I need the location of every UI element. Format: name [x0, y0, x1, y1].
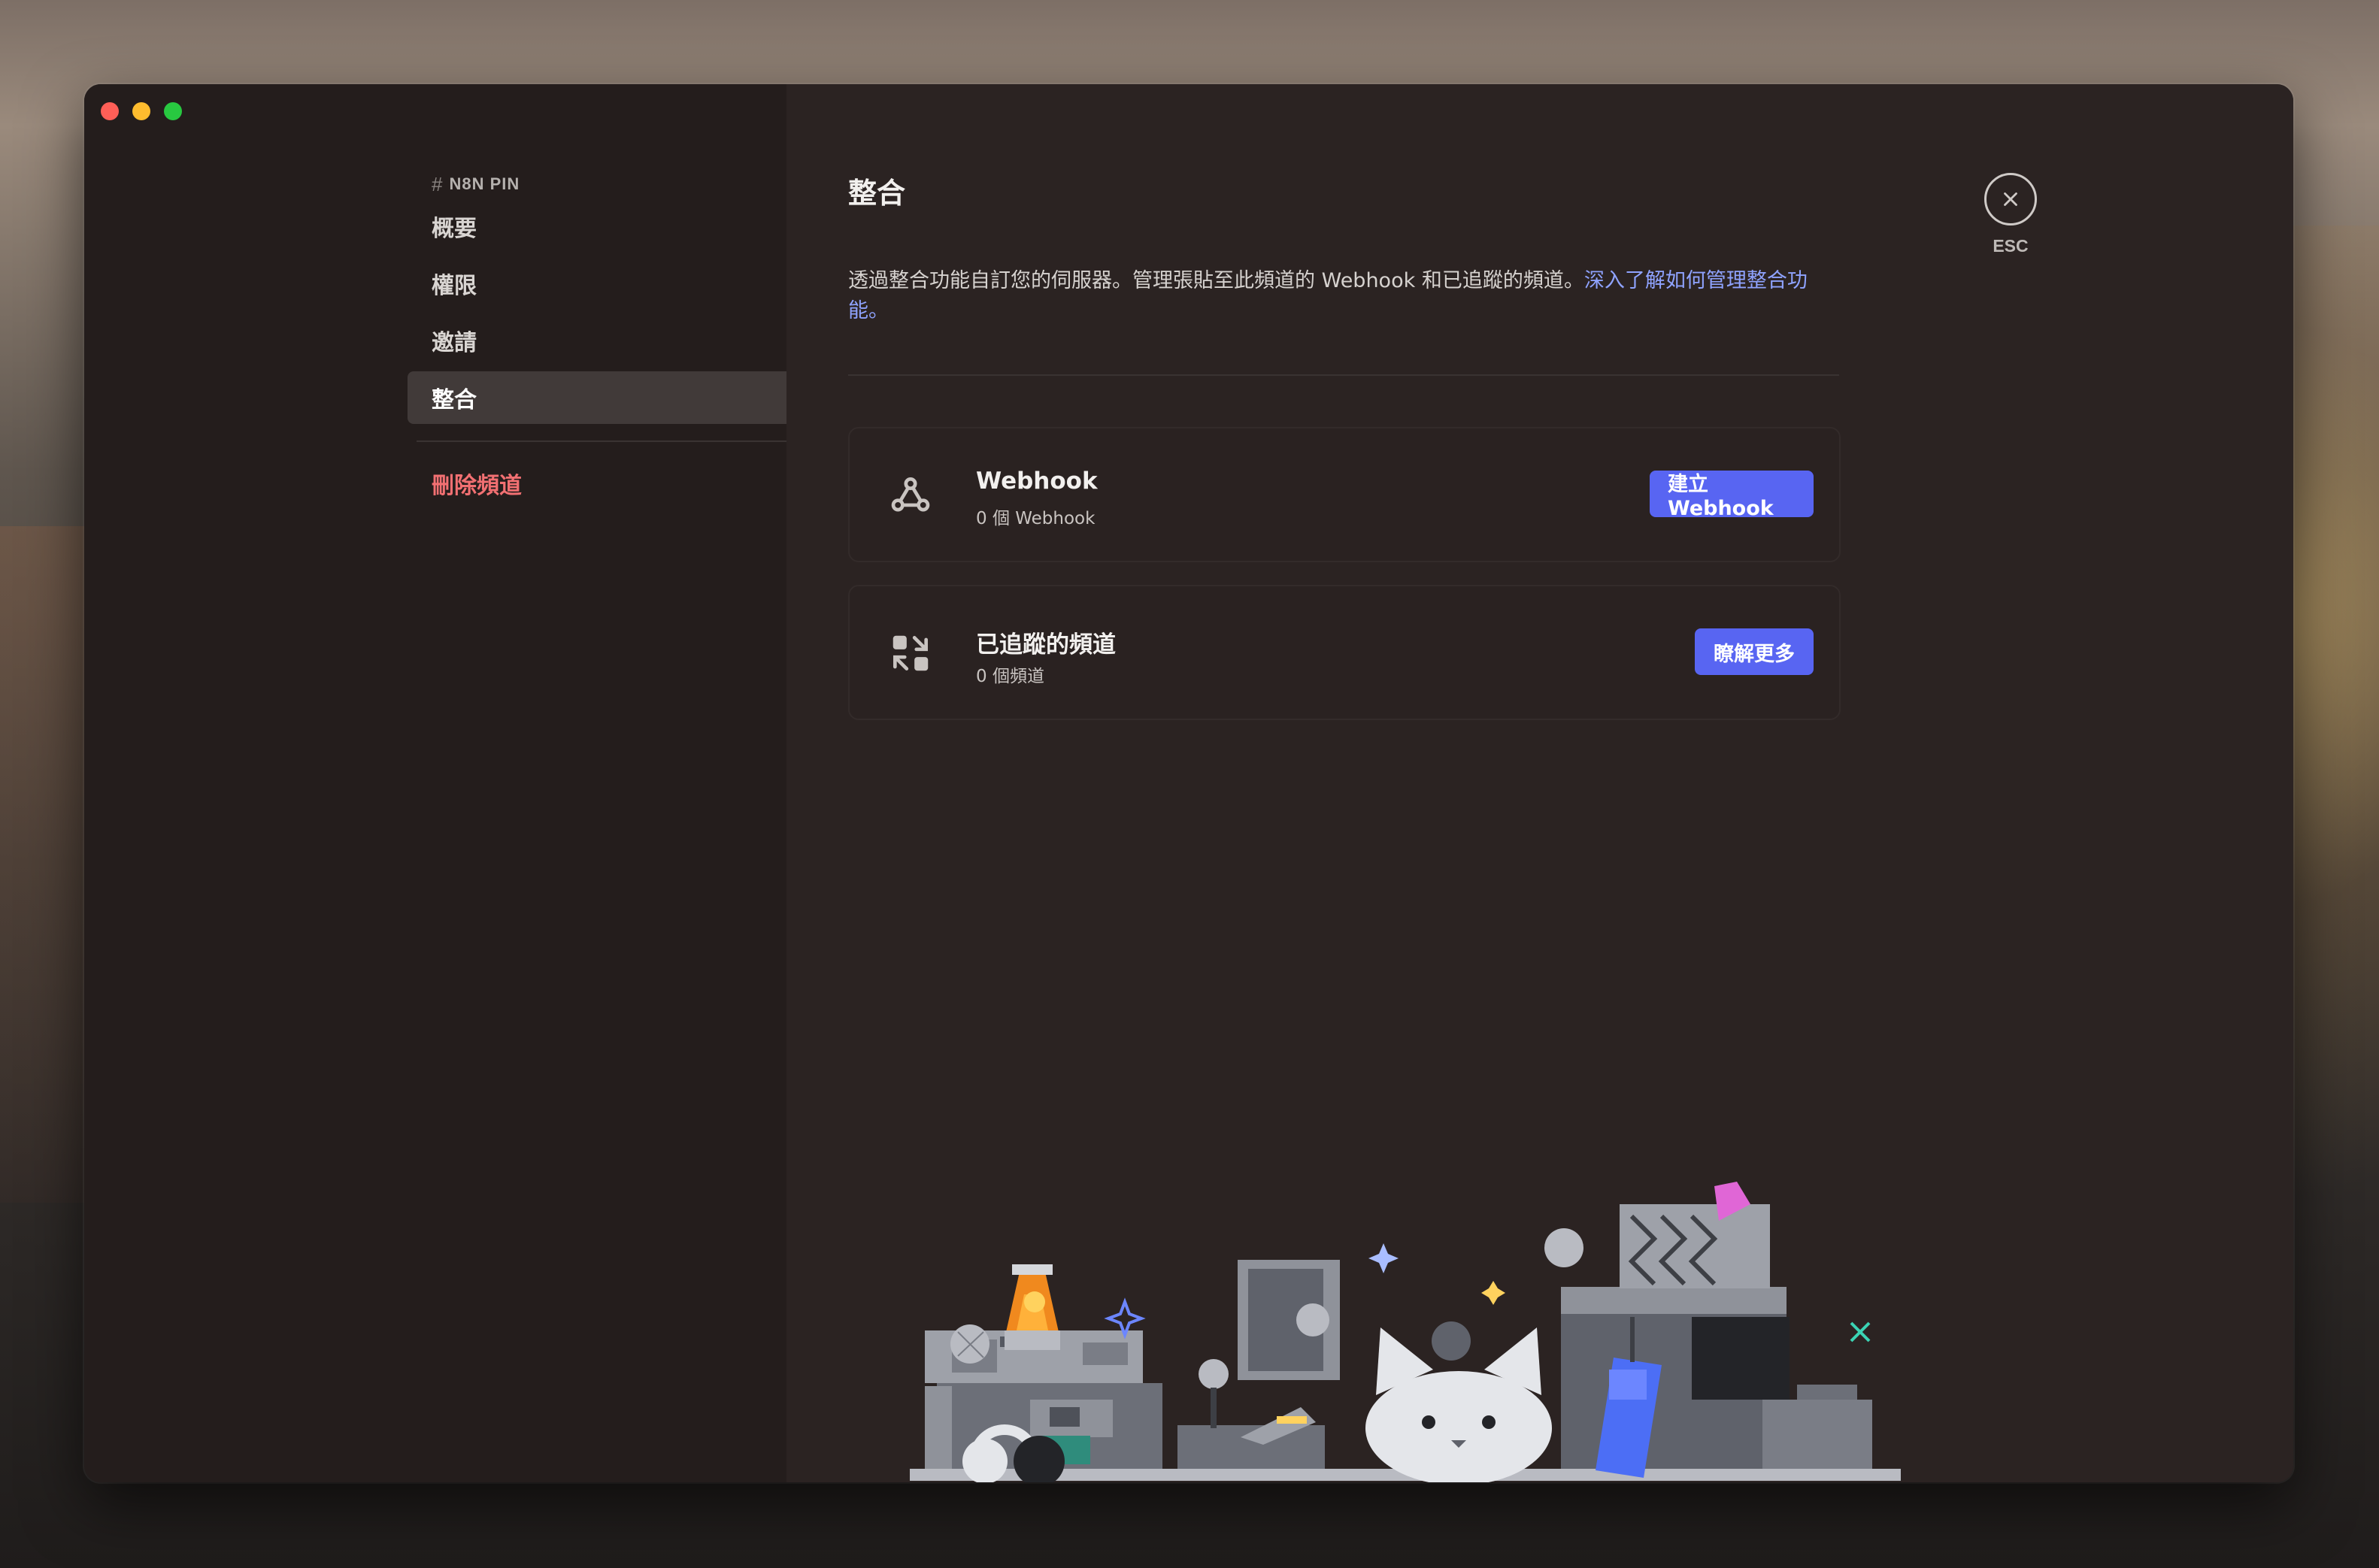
followed-channels-icon [893, 635, 929, 671]
sidebar-divider [417, 440, 841, 442]
close-settings[interactable]: ESC [1980, 173, 2041, 256]
delete-channel-label: 刪除頻道 [432, 473, 522, 499]
integrations-illustration [910, 1182, 1901, 1482]
sidebar-item-integrations[interactable]: 整合 [408, 371, 850, 424]
learn-more-button[interactable]: 瞭解更多 [1695, 628, 1814, 675]
card-subtitle: 0 個頻道 [976, 667, 1044, 686]
close-icon [2004, 192, 2017, 206]
sidebar-item-label: 權限 [432, 273, 477, 299]
page-description: 透過整合功能自訂您的伺服器。管理張貼至此頻道的 Webhook 和已追蹤的頻道。… [848, 266, 1826, 326]
sidebar-item-overview[interactable]: 概要 [408, 200, 850, 253]
description-text: 透過整合功能自訂您的伺服器。管理張貼至此頻道的 Webhook 和已追蹤的頻道。 [848, 269, 1584, 292]
window-controls [101, 102, 182, 120]
create-webhook-button[interactable]: 建立 Webhook [1650, 471, 1814, 520]
minimize-window-button[interactable] [132, 102, 150, 120]
settings-nav: # N8N PIN 概要 權限 邀請 整合 刪除頻道 [408, 173, 850, 510]
webhook-card[interactable]: Webhook 0 個 Webhook 建立 Webhook [848, 427, 1841, 562]
page-title: 整合 [848, 177, 906, 210]
delete-channel-button[interactable]: 刪除頻道 [408, 457, 850, 510]
close-window-button[interactable] [101, 102, 119, 120]
settings-content: 整合 透過整合功能自訂您的伺服器。管理張貼至此頻道的 Webhook 和已追蹤的… [786, 84, 2293, 1482]
channel-header: # N8N PIN [408, 173, 850, 195]
card-title: 已追蹤的頻道 [976, 631, 1116, 658]
close-button[interactable] [1984, 173, 2037, 226]
followed-channels-card[interactable]: 已追蹤的頻道 0 個頻道 瞭解更多 [848, 585, 1841, 720]
sidebar-item-label: 整合 [432, 387, 477, 413]
zoom-window-button[interactable] [164, 102, 182, 120]
hash-icon: # [432, 172, 444, 195]
webhook-icon [891, 477, 930, 512]
sidebar-item-label: 邀請 [432, 330, 477, 356]
section-divider [848, 374, 1839, 376]
sidebar-item-permissions[interactable]: 權限 [408, 257, 850, 310]
settings-sidebar: # N8N PIN 概要 權限 邀請 整合 刪除頻道 [84, 84, 850, 1482]
card-subtitle: 0 個 Webhook [976, 509, 1096, 528]
channel-name: N8N PIN [449, 174, 520, 193]
settings-window: # N8N PIN 概要 權限 邀請 整合 刪除頻道 整合 透過整合功能自訂您的… [84, 84, 2293, 1482]
close-label: ESC [1993, 236, 2029, 256]
card-title: Webhook [976, 468, 1098, 495]
sidebar-item-label: 概要 [432, 216, 477, 242]
sidebar-item-invites[interactable]: 邀請 [408, 314, 850, 367]
